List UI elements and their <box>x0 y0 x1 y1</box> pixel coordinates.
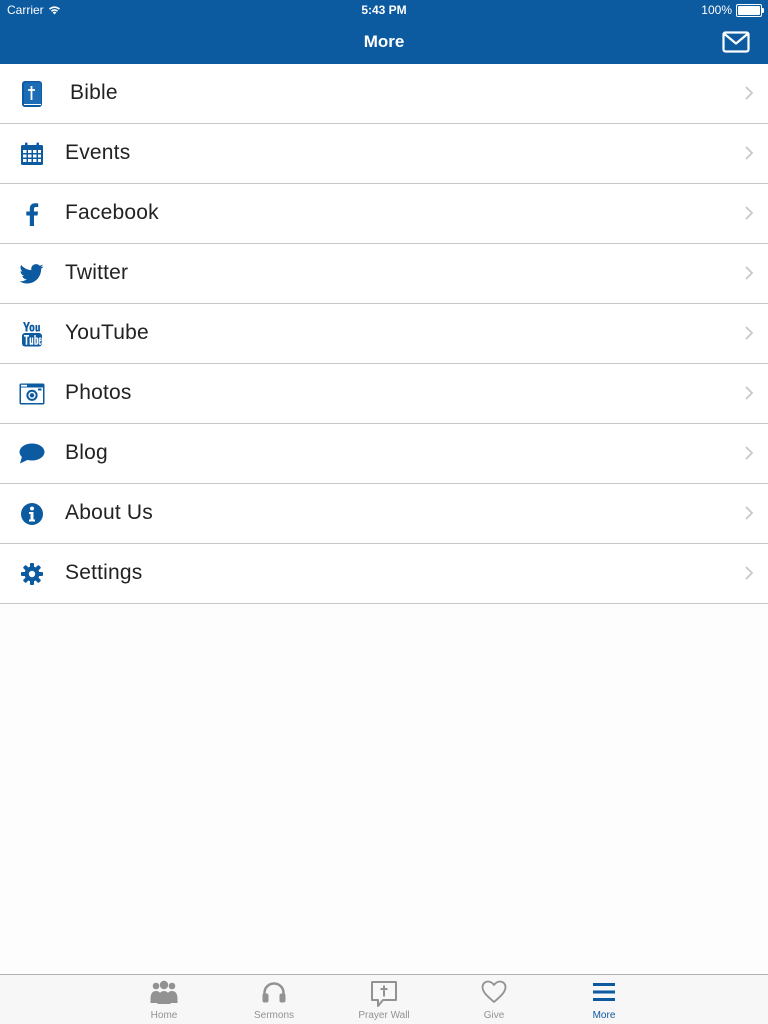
battery-indicator: 100% <box>701 3 764 17</box>
info-icon <box>19 501 45 527</box>
heart-icon <box>481 980 507 1003</box>
tab-label: Prayer Wall <box>358 1010 410 1021</box>
clock: 5:43 PM <box>361 3 407 17</box>
menu-item-label: Twitter <box>65 261 129 284</box>
menu-item-label: YouTube <box>65 321 149 344</box>
tab-home[interactable]: Home <box>109 975 219 1024</box>
hamburger-icon <box>593 983 615 1001</box>
chevron-right-icon <box>745 446 754 460</box>
more-menu-list: Bible Events Facebook Twitter YouTube Ph… <box>0 64 768 604</box>
chevron-right-icon <box>745 566 754 580</box>
tab-bar: Home Sermons Prayer Wall Give More <box>0 974 768 1024</box>
people-icon <box>150 980 178 1004</box>
menu-item-label: Bible <box>70 81 118 104</box>
gear-icon <box>19 561 45 587</box>
menu-item-blog[interactable]: Blog <box>0 424 768 484</box>
menu-item-youtube[interactable]: YouTube <box>0 304 768 364</box>
tab-give[interactable]: Give <box>439 975 549 1024</box>
navigation-bar: More <box>0 20 768 64</box>
chevron-right-icon <box>745 386 754 400</box>
tab-label: More <box>592 1010 616 1021</box>
menu-item-label: About Us <box>65 501 153 524</box>
tab-label: Home <box>150 1010 178 1021</box>
youtube-icon <box>19 321 45 347</box>
camera-icon <box>19 381 45 407</box>
menu-item-photos[interactable]: Photos <box>0 364 768 424</box>
chevron-right-icon <box>745 506 754 520</box>
status-bar: Carrier 5:43 PM 100% <box>0 0 768 20</box>
envelope-icon <box>722 31 750 53</box>
chevron-right-icon <box>745 206 754 220</box>
menu-item-bible[interactable]: Bible <box>0 64 768 124</box>
chevron-right-icon <box>745 86 754 100</box>
prayer-bubble-icon <box>371 981 397 1007</box>
chevron-right-icon <box>745 266 754 280</box>
menu-item-label: Photos <box>65 381 132 404</box>
battery-percentage: 100% <box>701 3 732 17</box>
speech-bubble-icon <box>19 441 45 467</box>
facebook-icon <box>19 201 45 227</box>
twitter-icon <box>19 261 45 287</box>
menu-item-events[interactable]: Events <box>0 124 768 184</box>
menu-item-facebook[interactable]: Facebook <box>0 184 768 244</box>
menu-item-label: Facebook <box>65 201 159 224</box>
page-title: More <box>363 32 405 51</box>
battery-icon <box>736 3 764 17</box>
headphones-icon <box>262 982 286 1003</box>
mail-button[interactable] <box>722 31 750 53</box>
menu-item-settings[interactable]: Settings <box>0 544 768 604</box>
tab-sermons[interactable]: Sermons <box>219 975 329 1024</box>
menu-item-twitter[interactable]: Twitter <box>0 244 768 304</box>
menu-item-label: Events <box>65 141 131 164</box>
menu-item-about-us[interactable]: About Us <box>0 484 768 544</box>
calendar-icon <box>19 141 45 167</box>
chevron-right-icon <box>745 146 754 160</box>
chevron-right-icon <box>745 326 754 340</box>
menu-item-label: Blog <box>65 441 108 464</box>
tab-label: Give <box>483 1010 505 1021</box>
menu-item-label: Settings <box>65 561 143 584</box>
bible-icon <box>19 81 45 107</box>
tab-label: Sermons <box>253 1010 294 1021</box>
tab-prayer-wall[interactable]: Prayer Wall <box>329 975 439 1024</box>
tab-more[interactable]: More <box>549 975 659 1024</box>
